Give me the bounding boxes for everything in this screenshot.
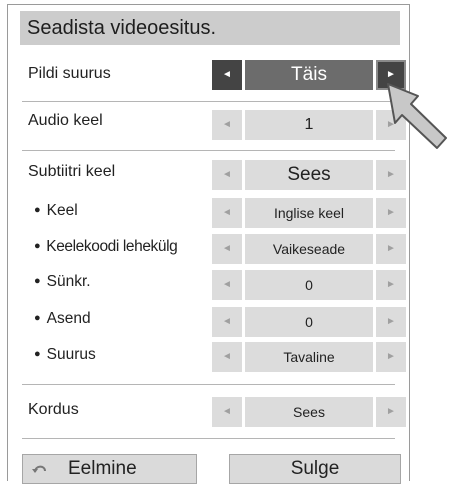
code-page-selector[interactable]: ◄ Vaikeseade ► [212,234,406,264]
subtitle-language-name-value: Inglise keel [245,198,373,228]
size-value: Tavaline [245,342,373,372]
code-page-prev-arrow[interactable]: ◄ [212,234,242,264]
subtitle-toggle-value: Sees [245,160,373,190]
audio-language-label: Audio keel [28,112,103,129]
sync-prev-arrow[interactable]: ◄ [212,270,242,300]
position-label: Asend [34,310,91,328]
subtitle-language-name-next-arrow[interactable]: ► [376,198,406,228]
code-page-next-arrow[interactable]: ► [376,234,406,264]
subtitle-toggle-next-arrow[interactable]: ► [376,160,406,190]
position-value: 0 [245,307,373,337]
audio-language-value: 1 [245,110,373,140]
position-next-arrow[interactable]: ► [376,307,406,337]
subtitle-language-name-selector[interactable]: ◄ Inglise keel ► [212,198,406,228]
separator [22,101,395,102]
sync-value: 0 [245,270,373,300]
picture-size-prev-arrow[interactable]: ◄ [212,60,242,90]
repeat-prev-arrow[interactable]: ◄ [212,397,242,427]
picture-size-label: Pildi suurus [28,65,111,82]
previous-button-label: Eelmine [68,458,137,479]
sync-label: Sünkr. [34,273,91,291]
picture-size-selector[interactable]: ◄ Täis ► [212,60,406,90]
subtitle-language-label: Subtiitri keel [28,163,116,180]
pointer-cursor-icon [387,83,447,149]
dialog-title: Seadista videoesitus. [20,11,400,45]
code-page-label: Keelekoodi lehekülg [34,238,178,256]
size-label: Suurus [34,346,96,364]
previous-button[interactable]: Eelmine [22,454,197,484]
audio-language-selector[interactable]: ◄ 1 ► [212,110,406,140]
audio-language-prev-arrow[interactable]: ◄ [212,110,242,140]
subtitle-toggle-prev-arrow[interactable]: ◄ [212,160,242,190]
sync-next-arrow[interactable]: ► [376,270,406,300]
close-button-label: Sulge [290,458,340,479]
position-prev-arrow[interactable]: ◄ [212,307,242,337]
size-next-arrow[interactable]: ► [376,342,406,372]
repeat-next-arrow[interactable]: ► [376,397,406,427]
size-selector[interactable]: ◄ Tavaline ► [212,342,406,372]
code-page-value: Vaikeseade [245,234,373,264]
repeat-value: Sees [245,397,373,427]
sync-selector[interactable]: ◄ 0 ► [212,270,406,300]
subtitle-toggle-selector[interactable]: ◄ Sees ► [212,160,406,190]
position-selector[interactable]: ◄ 0 ► [212,307,406,337]
separator [22,150,395,151]
close-button[interactable]: Sulge [229,454,401,484]
separator [22,438,395,439]
subtitle-language-name-prev-arrow[interactable]: ◄ [212,198,242,228]
video-settings-dialog: Seadista videoesitus. Pildi suurus ◄ Täi… [7,4,410,484]
repeat-label: Kordus [28,401,79,418]
picture-size-value: Täis [245,60,373,90]
repeat-selector[interactable]: ◄ Sees ► [212,397,406,427]
size-prev-arrow[interactable]: ◄ [212,342,242,372]
subtitle-language-name-label: Keel [34,202,78,220]
return-icon [31,455,51,483]
separator [22,384,395,385]
